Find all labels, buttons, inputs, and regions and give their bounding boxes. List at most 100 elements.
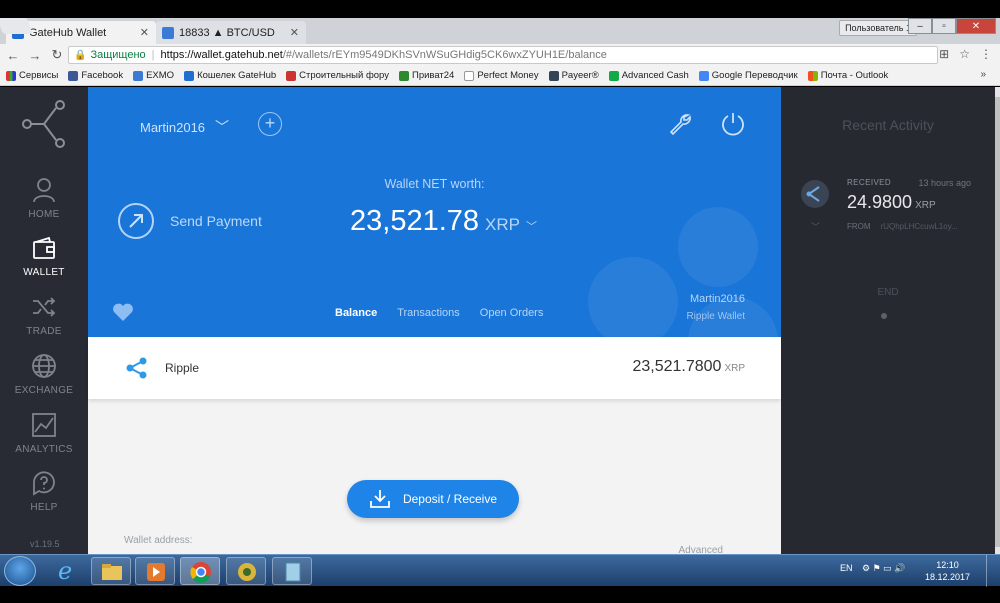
screen: GateHub Wallet ✕ 18833 ▲ BTC/USD ✕ Польз… <box>0 0 1000 603</box>
media-player-icon[interactable] <box>135 557 175 585</box>
arrow-up-right-icon <box>118 203 154 239</box>
wrench-icon[interactable] <box>668 112 692 136</box>
sidebar-item-exchange[interactable]: EXCHANGE <box>0 353 88 396</box>
tab-transactions[interactable]: Transactions <box>397 307 460 319</box>
shuffle-icon <box>33 297 56 317</box>
tab-balance[interactable]: Balance <box>335 307 377 319</box>
power-icon[interactable] <box>720 111 746 137</box>
add-account-button[interactable]: + <box>258 112 282 136</box>
wallet-main: Martin2016 ﹀ + Send Payment Wallet NET w… <box>88 87 781 554</box>
bookmark-label: Advanced Cash <box>621 70 689 81</box>
facebook-icon <box>68 70 79 81</box>
app-icon[interactable] <box>226 557 266 585</box>
bookmark-payeer[interactable]: Payeer® <box>548 70 599 81</box>
decoration <box>588 257 678 337</box>
balance-value: 23,521.7800 <box>632 358 722 375</box>
reload-icon[interactable]: ↻ <box>48 47 66 63</box>
bookmark-gatehub[interactable]: Кошелек GateHub <box>184 70 276 81</box>
bookmark-label: Сервисы <box>19 70 59 81</box>
balance-currency: XRP <box>724 363 745 374</box>
deposit-receive-button[interactable]: Deposit / Receive <box>347 480 519 518</box>
chevron-down-icon: ﹀ <box>525 221 537 233</box>
show-desktop-button[interactable] <box>986 555 1000 587</box>
sidebar: HOME WALLET TRADE EXCHANGE ANALYTICS HEL… <box>0 87 88 554</box>
tab-open-orders[interactable]: Open Orders <box>480 307 544 319</box>
advanced-link[interactable]: Advanced <box>679 545 723 554</box>
chevron-down-icon[interactable]: ﹀ <box>811 220 820 233</box>
bookmark-exmo[interactable]: EXMO <box>133 70 174 81</box>
sidebar-item-help[interactable]: HELP <box>0 470 88 513</box>
maximize-icon[interactable]: ▫ <box>932 18 956 34</box>
page-scrollbar[interactable] <box>995 87 1000 554</box>
sidebar-item-trade[interactable]: TRADE <box>0 294 88 337</box>
forward-arrow-icon[interactable]: → <box>26 48 44 63</box>
wallet-name: Martin2016 <box>689 293 745 305</box>
bookmark-label: Facebook <box>81 70 124 81</box>
account-selector[interactable]: Martin2016 ﹀ <box>140 117 229 137</box>
globe-icon <box>32 354 56 378</box>
secure-label: Защищено <box>90 49 146 61</box>
bookmark-privat24[interactable]: Приват24 <box>398 70 455 81</box>
house-icon <box>286 70 297 81</box>
new-tab-button[interactable] <box>0 18 33 34</box>
heart-icon[interactable] <box>112 302 134 322</box>
networth-currency: XRP <box>485 215 520 234</box>
bookmark-label: Приват24 <box>411 70 455 81</box>
recent-activity-title: Recent Activity <box>842 117 934 133</box>
clock[interactable]: 12:10 18.12.2017 <box>925 559 970 583</box>
explorer-icon[interactable] <box>91 557 131 585</box>
bookmark-forum[interactable]: Строительный фору <box>286 70 389 81</box>
bookmark-advanced-cash[interactable]: Advanced Cash <box>608 70 689 81</box>
sidebar-item-wallet[interactable]: WALLET <box>0 235 88 278</box>
start-button[interactable] <box>4 556 36 586</box>
networth-value[interactable]: 23,521.78 XRP ﹀ <box>350 205 537 238</box>
browser-tab-strip: GateHub Wallet ✕ 18833 ▲ BTC/USD ✕ Польз… <box>0 18 1000 44</box>
close-window-icon[interactable]: ✕ <box>956 18 996 34</box>
address-bar-row: ← → ↻ 🔒 Защищено | https://wallet.gatehu… <box>0 44 1000 66</box>
bookmark-outlook[interactable]: Почта - Outlook <box>807 70 888 81</box>
sidebar-item-analytics[interactable]: ANALYTICS <box>0 412 88 455</box>
url-input[interactable]: 🔒 Защищено | https://wallet.gatehub.net /… <box>68 46 938 64</box>
bookmark-google-translate[interactable]: Google Переводчик <box>698 70 798 81</box>
bookmark-label: Строительный фору <box>299 70 389 81</box>
balance-row[interactable]: Ripple 23,521.7800 XRP <box>88 337 781 399</box>
address-bar-actions: ⊞ ☆ ⋮ <box>939 47 992 61</box>
back-arrow-icon[interactable]: ← <box>4 48 22 63</box>
user-icon <box>33 178 55 203</box>
bookmark-facebook[interactable]: Facebook <box>68 70 123 81</box>
recent-activity-panel: Recent Activity RECEIVED 13 hours ago 24… <box>781 87 995 554</box>
activity-from: FROM rUQhpLHCcuwL1oy... <box>847 222 958 231</box>
scrollbar-thumb[interactable] <box>995 97 1000 547</box>
sidebar-item-label: TRADE <box>26 326 62 337</box>
ie-icon[interactable]: e <box>46 557 86 585</box>
close-icon[interactable]: ✕ <box>140 26 149 39</box>
bookmark-services[interactable]: Сервисы <box>6 70 58 81</box>
profile-button[interactable]: Пользователь 1 <box>839 20 917 36</box>
bookmarks-more-button[interactable]: » <box>980 69 986 80</box>
sidebar-item-label: ANALYTICS <box>15 444 73 455</box>
bookmark-label: Perfect Money <box>477 70 539 81</box>
bookmark-star-icon[interactable]: ☆ <box>959 47 970 61</box>
ripple-icon <box>126 357 147 379</box>
gatehub-icon <box>184 70 195 81</box>
language-indicator[interactable]: EN <box>840 563 853 573</box>
activity-amount[interactable]: 24.9800 XRP <box>847 192 936 213</box>
page-icon <box>464 70 475 81</box>
separator: | <box>151 49 155 61</box>
sidebar-item-label: WALLET <box>23 267 65 278</box>
networth-amount: 23,521.78 <box>350 205 480 237</box>
close-icon[interactable]: ✕ <box>290 26 299 39</box>
chrome-icon[interactable] <box>180 557 220 585</box>
sidebar-item-home[interactable]: HOME <box>0 177 88 220</box>
send-payment-button[interactable]: Send Payment <box>118 203 262 239</box>
translate-icon[interactable]: ⊞ <box>939 47 949 61</box>
bookmark-perfect-money[interactable]: Perfect Money <box>464 70 539 81</box>
bookmark-label: Google Переводчик <box>711 70 798 81</box>
notepad-icon[interactable] <box>272 557 312 585</box>
browser-tab-exmo[interactable]: 18833 ▲ BTC/USD ✕ <box>156 21 306 44</box>
menu-icon[interactable]: ⋮ <box>980 47 992 61</box>
minimize-icon[interactable]: – <box>908 18 932 34</box>
tray-icons[interactable]: ⚙ ⚑ ▭ 🔊 <box>862 563 905 574</box>
gatehub-logo-icon <box>22 100 65 148</box>
download-icon <box>370 490 390 508</box>
